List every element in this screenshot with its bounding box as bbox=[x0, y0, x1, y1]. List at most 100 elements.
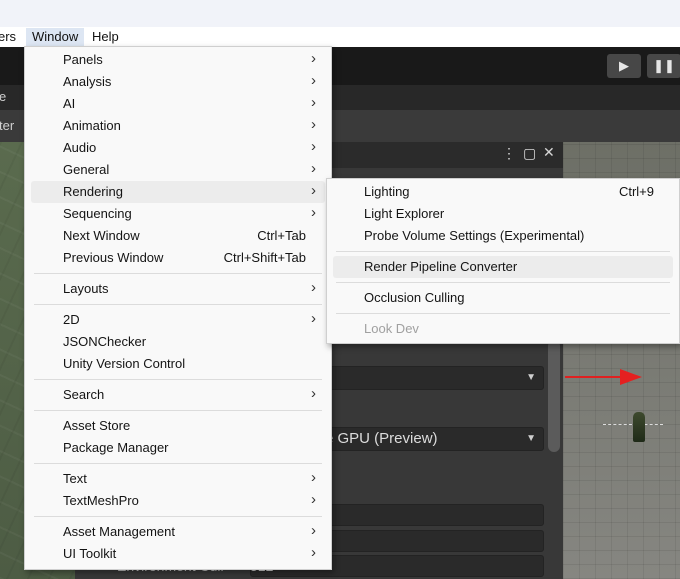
chevron-down-icon: ▼ bbox=[526, 372, 536, 383]
window-menu: Panels › Analysis › AI › Animation › Aud… bbox=[24, 46, 332, 570]
editor-tab-partial[interactable]: e bbox=[0, 89, 6, 104]
close-icon[interactable]: ✕ bbox=[543, 144, 555, 161]
rendering-submenu: Lighting Ctrl+9 Light Explorer Probe Vol… bbox=[326, 178, 680, 344]
menu-item-label: Animation bbox=[63, 118, 121, 133]
chevron-right-icon: › bbox=[311, 182, 316, 199]
menu-item-label: Asset Management bbox=[63, 524, 176, 539]
menu-item-audio[interactable]: Audio › bbox=[31, 137, 325, 159]
menu-item-unity-version-control[interactable]: Unity Version Control bbox=[31, 353, 325, 375]
menu-item-text[interactable]: Text › bbox=[31, 468, 325, 490]
menu-item-previous-window[interactable]: Previous Window Ctrl+Shift+Tab bbox=[31, 247, 325, 269]
move-gizmo-arrow-icon[interactable] bbox=[620, 369, 642, 385]
menu-item-label: Sequencing bbox=[63, 206, 132, 221]
menu-item-label: Light Explorer bbox=[364, 206, 445, 221]
chevron-right-icon: › bbox=[311, 204, 316, 221]
move-gizmo-x-axis[interactable] bbox=[565, 376, 623, 378]
inspector-scrollbar[interactable] bbox=[548, 340, 560, 452]
chevron-right-icon: › bbox=[311, 491, 316, 508]
menu-separator bbox=[34, 463, 322, 464]
menu-item-shortcut: Ctrl+9 bbox=[618, 184, 654, 199]
menu-item-asset-management[interactable]: Asset Management › bbox=[31, 521, 325, 543]
inspector-dropdown[interactable]: ▼ bbox=[326, 366, 544, 390]
chevron-right-icon: › bbox=[311, 385, 316, 402]
menu-separator bbox=[336, 251, 670, 252]
menu-layers[interactable]: ers bbox=[0, 28, 22, 46]
menu-item-label: Unity Version Control bbox=[63, 356, 186, 371]
menu-item-general[interactable]: General › bbox=[31, 159, 325, 181]
menu-item-label: Text bbox=[63, 471, 87, 486]
menu-separator bbox=[34, 516, 322, 517]
menu-item-label: Analysis bbox=[63, 74, 112, 89]
menu-item-label: Probe Volume Settings (Experimental) bbox=[364, 228, 585, 243]
maximize-icon[interactable]: ▢ bbox=[523, 145, 536, 162]
menu-item-analysis[interactable]: Analysis › bbox=[31, 71, 325, 93]
more-options-icon[interactable]: ⋮ bbox=[502, 145, 516, 162]
title-bar bbox=[0, 0, 680, 27]
menu-item-label: Layouts bbox=[63, 281, 109, 296]
menu-item-jsonchecker[interactable]: JSONChecker bbox=[31, 331, 325, 353]
menu-item-label: Look Dev bbox=[364, 321, 419, 336]
chevron-right-icon: › bbox=[311, 138, 316, 155]
character-model[interactable] bbox=[633, 412, 645, 442]
editor-sub-tab-partial[interactable]: ter bbox=[0, 118, 14, 133]
menu-item-textmeshpro[interactable]: TextMeshPro › bbox=[31, 490, 325, 512]
menu-item-next-window[interactable]: Next Window Ctrl+Tab bbox=[31, 225, 325, 247]
menu-item-label: Panels bbox=[63, 52, 103, 67]
play-icon: ▶ bbox=[619, 58, 629, 73]
menu-item-asset-store[interactable]: Asset Store bbox=[31, 415, 325, 437]
chevron-right-icon: › bbox=[311, 544, 316, 561]
menu-item-package-manager[interactable]: Package Manager bbox=[31, 437, 325, 459]
menu-item-probe-volume-settings[interactable]: Probe Volume Settings (Experimental) bbox=[333, 225, 673, 247]
menu-item-label: Search bbox=[63, 387, 105, 402]
gpu-dropdown[interactable]: e GPU (Preview) ▼ bbox=[325, 427, 544, 451]
menu-separator bbox=[34, 410, 322, 411]
menu-item-label: Audio bbox=[63, 140, 97, 155]
chevron-right-icon: › bbox=[311, 279, 316, 296]
menu-separator bbox=[34, 304, 322, 305]
chevron-down-icon: ▼ bbox=[526, 433, 536, 444]
gpu-dropdown-value: e GPU (Preview) bbox=[325, 430, 438, 447]
menu-item-label: TextMeshPro bbox=[63, 493, 139, 508]
menu-separator bbox=[336, 282, 670, 283]
menu-item-label: Asset Store bbox=[63, 418, 131, 433]
menu-item-layouts[interactable]: Layouts › bbox=[31, 278, 325, 300]
menu-item-search[interactable]: Search › bbox=[31, 384, 325, 406]
play-button[interactable]: ▶ bbox=[607, 54, 641, 78]
menu-item-ui-toolkit[interactable]: UI Toolkit › bbox=[31, 543, 325, 565]
menu-item-label: Rendering bbox=[63, 184, 123, 199]
chevron-right-icon: › bbox=[311, 310, 316, 327]
chevron-right-icon: › bbox=[311, 522, 316, 539]
menu-item-label: JSONChecker bbox=[63, 334, 147, 349]
menu-item-label: Package Manager bbox=[63, 440, 169, 455]
menu-item-2d[interactable]: 2D › bbox=[31, 309, 325, 331]
menu-item-light-explorer[interactable]: Light Explorer bbox=[333, 203, 673, 225]
menu-item-render-pipeline-converter[interactable]: Render Pipeline Converter bbox=[333, 256, 673, 278]
menu-separator bbox=[336, 313, 670, 314]
menu-item-label: Render Pipeline Converter bbox=[364, 259, 518, 274]
menu-item-rendering[interactable]: Rendering › bbox=[31, 181, 325, 203]
menu-item-label: AI bbox=[63, 96, 76, 111]
menu-item-label: Occlusion Culling bbox=[364, 290, 465, 305]
menu-window[interactable]: Window bbox=[26, 28, 85, 46]
menu-item-label: Previous Window bbox=[63, 250, 164, 265]
menu-item-panels[interactable]: Panels › bbox=[31, 49, 325, 71]
chevron-right-icon: › bbox=[311, 116, 316, 133]
menu-item-shortcut: Ctrl+Shift+Tab bbox=[223, 250, 306, 265]
menu-item-animation[interactable]: Animation › bbox=[31, 115, 325, 137]
menu-item-label: Next Window bbox=[63, 228, 140, 243]
menu-item-lighting[interactable]: Lighting Ctrl+9 bbox=[333, 181, 673, 203]
menu-item-sequencing[interactable]: Sequencing › bbox=[31, 203, 325, 225]
menu-item-occlusion-culling[interactable]: Occlusion Culling bbox=[333, 287, 673, 309]
menu-item-ai[interactable]: AI › bbox=[31, 93, 325, 115]
pause-icon: ❚❚ bbox=[653, 58, 675, 73]
menu-help[interactable]: Help bbox=[86, 28, 125, 46]
menu-item-look-dev: Look Dev bbox=[333, 318, 673, 340]
menu-separator bbox=[34, 379, 322, 380]
pause-button[interactable]: ❚❚ bbox=[647, 54, 680, 78]
chevron-right-icon: › bbox=[311, 94, 316, 111]
menu-item-label: UI Toolkit bbox=[63, 546, 117, 561]
chevron-right-icon: › bbox=[311, 469, 316, 486]
menu-separator bbox=[34, 273, 322, 274]
menu-item-label: 2D bbox=[63, 312, 80, 327]
menu-item-shortcut: Ctrl+Tab bbox=[257, 228, 306, 243]
